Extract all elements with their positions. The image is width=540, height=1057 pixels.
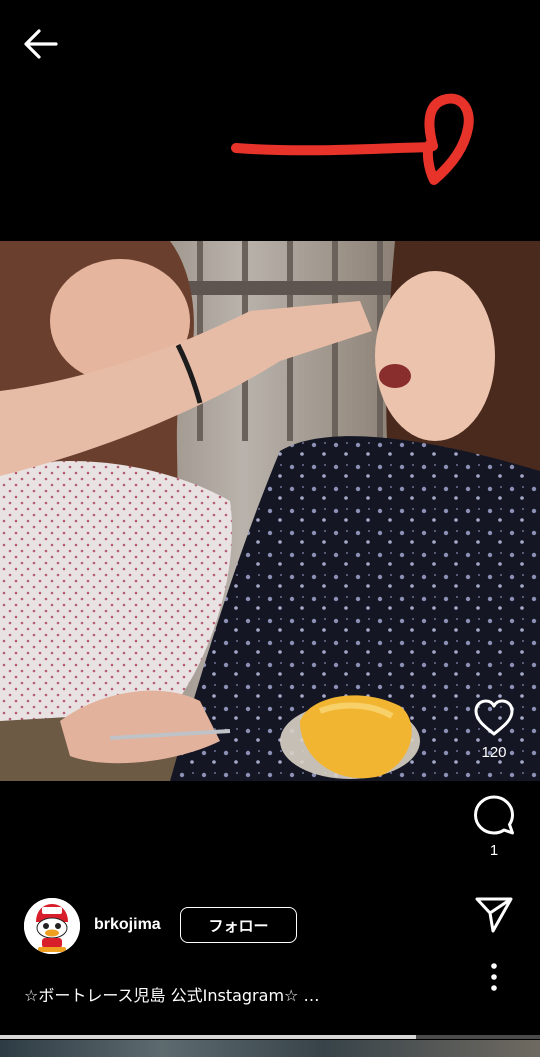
arrow-left-icon: [24, 29, 58, 59]
mascot-avatar-icon: [24, 898, 80, 954]
share-button[interactable]: [448, 896, 540, 934]
back-button[interactable]: [20, 26, 62, 62]
red-line-doodle: [231, 93, 474, 185]
follow-button[interactable]: フォロー: [180, 907, 297, 943]
like-button[interactable]: 120: [448, 698, 540, 761]
video-progress-fill: [0, 1035, 416, 1039]
username[interactable]: brkojima: [94, 916, 161, 934]
more-options-button[interactable]: [448, 962, 540, 992]
next-video-preview: [0, 1040, 540, 1057]
caption-text[interactable]: ☆ボートレース児島 公式Instagram☆ …: [24, 982, 319, 1006]
like-count: 120: [481, 744, 507, 761]
more-vertical-icon: [491, 963, 497, 991]
comment-icon: [474, 795, 514, 835]
comment-button[interactable]: 1: [448, 794, 540, 859]
send-icon: [475, 897, 513, 933]
avatar[interactable]: [24, 898, 80, 954]
video-progress-bar[interactable]: [0, 1035, 540, 1039]
heart-icon: [474, 699, 514, 736]
comment-count: 1: [489, 842, 499, 859]
